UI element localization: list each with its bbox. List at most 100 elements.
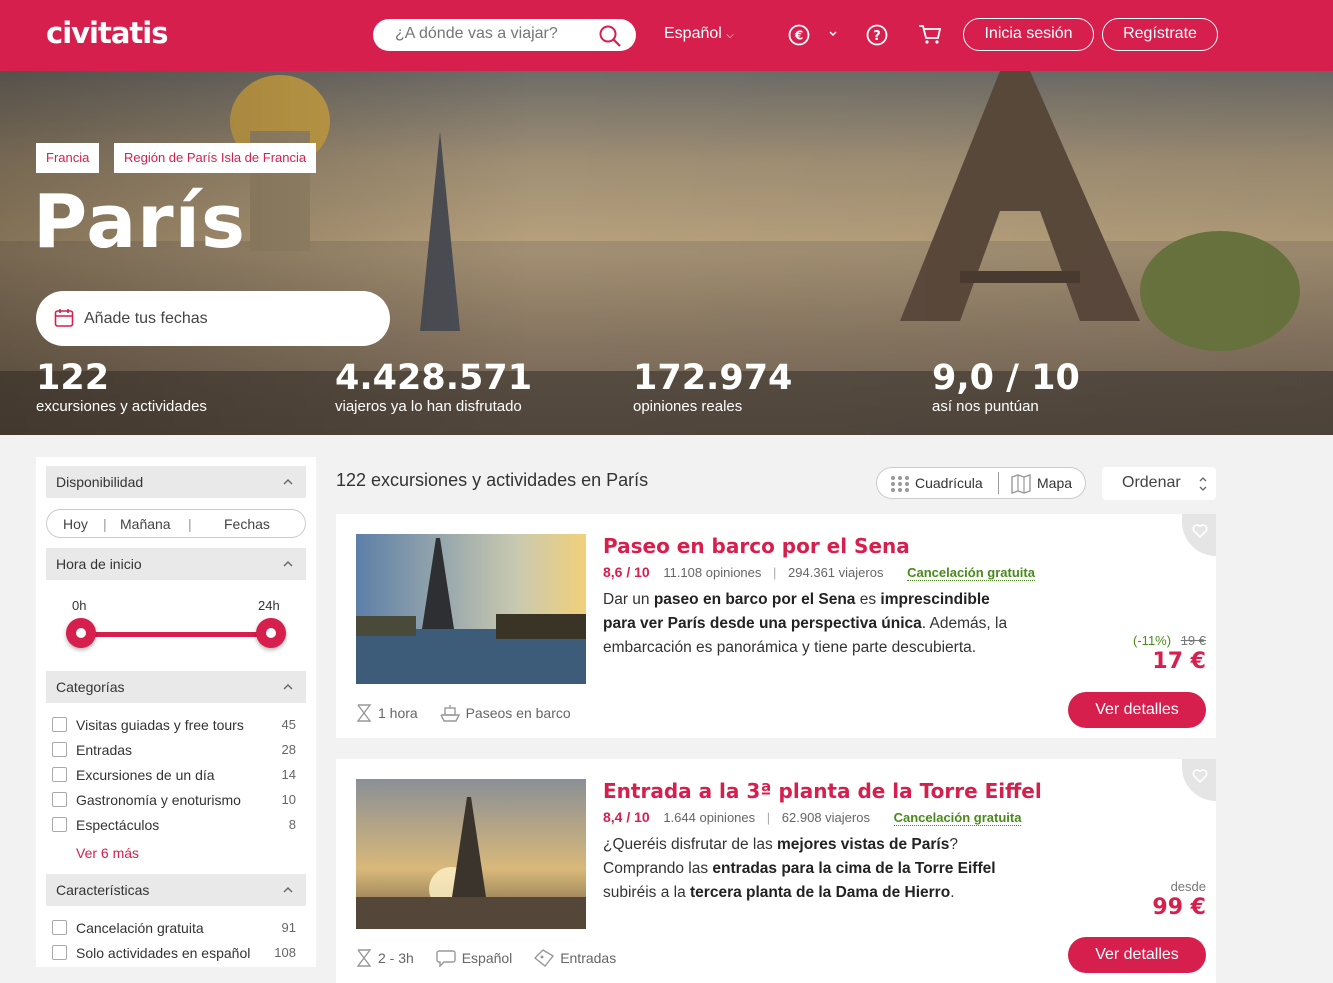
top-navigation-bar: civitatis Español ⌵ € ? Inicia sesión Re… — [0, 0, 1333, 71]
separator: | — [103, 516, 107, 532]
show-more-categories-link[interactable]: Ver 6 más — [76, 845, 139, 861]
availability-dates[interactable]: Fechas — [224, 516, 270, 532]
view-details-button[interactable]: Ver detalles — [1068, 692, 1206, 728]
feature-checkbox[interactable]: Solo actividades en español 108 — [52, 944, 296, 964]
search-input[interactable] — [395, 25, 585, 43]
checkbox-count: 28 — [281, 742, 296, 757]
checkbox-label: Entradas — [76, 742, 133, 758]
opinions-count: 11.108 opiniones — [663, 565, 762, 580]
activity-image[interactable] — [356, 779, 586, 929]
filter-title: Disponibilidad — [56, 474, 144, 490]
activity-image[interactable] — [356, 534, 586, 684]
category-checkbox[interactable]: Excursiones de un día 14 — [52, 766, 296, 786]
discount-percent: (-11%) — [1133, 633, 1172, 648]
availability-tomorrow[interactable]: Mañana — [120, 516, 171, 532]
login-button[interactable]: Inicia sesión — [963, 18, 1094, 51]
filter-features-header[interactable]: Características — [46, 874, 306, 906]
favorite-button[interactable] — [1182, 514, 1216, 556]
search-box[interactable] — [373, 19, 636, 51]
activity-card[interactable]: Paseo en barco por el Sena 8,6 / 10 11.1… — [336, 514, 1216, 738]
checkbox[interactable] — [52, 742, 67, 757]
currency-euro-icon[interactable]: € — [788, 22, 810, 51]
divider — [998, 472, 999, 494]
currency-chevron-down-icon[interactable] — [828, 26, 838, 44]
category-checkbox[interactable]: Visitas guiadas y free tours 45 — [52, 716, 296, 736]
checkbox-label: Excursiones de un día — [76, 767, 215, 783]
stat-number: 122 — [36, 358, 110, 398]
speech-bubble-icon — [436, 950, 456, 968]
breadcrumb-francia[interactable]: Francia — [36, 143, 100, 173]
time-slider-max-handle[interactable] — [256, 618, 286, 648]
stat-label: viajeros ya lo han disfrutado — [335, 398, 522, 415]
cart-icon[interactable] — [918, 22, 942, 51]
grid-icon — [890, 475, 910, 496]
separator: | — [766, 810, 771, 825]
hero-banner: Francia Región de París Isla de Francia … — [0, 71, 1333, 435]
checkbox-label: Visitas guiadas y free tours — [76, 717, 244, 733]
date-placeholder: Añade tus fechas — [84, 310, 208, 327]
stat-travelers: 4.428.571 viajeros ya lo han disfrutado — [335, 358, 532, 416]
time-slider-min-handle[interactable] — [66, 618, 96, 648]
availability-today[interactable]: Hoy — [63, 516, 88, 532]
price-from-label: desde — [1170, 879, 1206, 894]
checkbox[interactable] — [52, 717, 67, 732]
civitatis-logo[interactable]: civitatis — [46, 16, 168, 50]
checkbox[interactable] — [52, 945, 67, 960]
activity-title[interactable]: Entrada a la 3ª planta de la Torre Eiffe… — [603, 779, 1042, 803]
calendar-icon — [54, 308, 74, 333]
stat-rating: 9,0 / 10 así nos puntúan — [932, 358, 1080, 416]
category-checkbox[interactable]: Gastronomía y enoturismo 10 — [52, 791, 296, 811]
map-icon — [1011, 474, 1031, 497]
separator: | — [773, 565, 777, 580]
sort-select[interactable]: Ordenar — [1102, 467, 1216, 500]
checkbox-label: Espectáculos — [76, 817, 160, 833]
svg-text:?: ? — [873, 29, 881, 44]
category-checkbox[interactable]: Espectáculos 8 — [52, 816, 296, 836]
chevron-up-icon — [282, 671, 294, 714]
rating: 8,6 / 10 — [603, 564, 650, 580]
filter-start-time-header[interactable]: Hora de inicio — [46, 548, 306, 580]
activity-title[interactable]: Paseo en barco por el Sena — [603, 534, 910, 558]
view-grid-button[interactable]: Cuadrícula — [915, 475, 983, 491]
view-map-button[interactable]: Mapa — [1037, 475, 1072, 491]
checkbox[interactable] — [52, 920, 67, 935]
checkbox-label: Solo actividades en español — [76, 945, 251, 961]
checkbox[interactable] — [52, 792, 67, 807]
duration-feature: 1 hora — [356, 704, 418, 722]
hourglass-icon — [356, 949, 372, 967]
date-picker[interactable]: Añade tus fechas — [36, 291, 390, 346]
chevron-up-icon — [282, 548, 294, 591]
favorite-button[interactable] — [1182, 759, 1216, 801]
checkbox[interactable] — [52, 767, 67, 782]
filter-categories-header[interactable]: Categorías — [46, 671, 306, 703]
view-details-button[interactable]: Ver detalles — [1068, 937, 1206, 973]
opinions-count: 1.644 opiniones — [663, 810, 756, 825]
help-icon[interactable]: ? — [866, 22, 888, 51]
ticket-icon — [534, 949, 555, 967]
filter-availability-header[interactable]: Disponibilidad — [46, 466, 306, 498]
boat-icon — [439, 705, 460, 722]
search-icon[interactable] — [598, 24, 622, 53]
hourglass-icon — [356, 704, 372, 722]
view-toggle: Cuadrícula Mapa — [876, 467, 1086, 499]
availability-options: Hoy | Mañana | Fechas — [46, 509, 306, 538]
rating: 8,4 / 10 — [603, 809, 650, 825]
slider-max-label: 24h — [258, 598, 280, 613]
price: 17 € — [1152, 649, 1206, 674]
filter-title: Hora de inicio — [56, 556, 142, 572]
checkbox-count: 14 — [281, 767, 296, 782]
results-title: 122 excursiones y actividades en París — [336, 470, 649, 490]
activity-card[interactable]: Entrada a la 3ª planta de la Torre Eiffe… — [336, 759, 1216, 983]
checkbox[interactable] — [52, 817, 67, 832]
heart-icon — [1192, 768, 1208, 789]
register-button[interactable]: Regístrate — [1102, 18, 1218, 51]
breadcrumb-region-paris[interactable]: Región de París Isla de Francia — [114, 143, 317, 173]
language-selector[interactable]: Español ⌵ — [664, 25, 734, 43]
stat-activities: 122 excursiones y actividades — [36, 358, 207, 416]
checkbox-label: Gastronomía y enoturismo — [76, 792, 241, 808]
stat-number: 172.974 — [633, 358, 793, 398]
feature-checkbox[interactable]: Cancelación gratuita 91 — [52, 919, 296, 939]
time-slider-track[interactable] — [81, 632, 271, 637]
activity-meta: 8,6 / 10 11.108 opiniones | 294.361 viaj… — [603, 564, 1035, 581]
category-checkbox[interactable]: Entradas 28 — [52, 741, 296, 761]
